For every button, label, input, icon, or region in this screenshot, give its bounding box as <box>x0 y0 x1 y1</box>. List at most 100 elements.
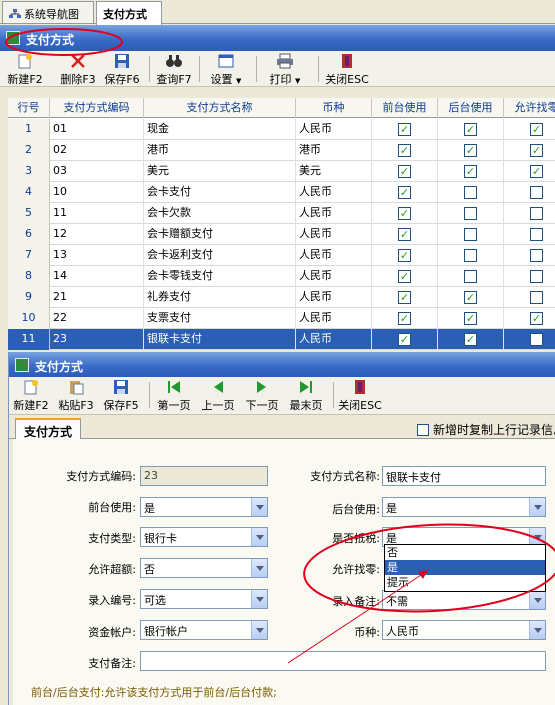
code-cell[interactable]: 13 <box>50 245 144 266</box>
checked-checkbox[interactable]: ✓ <box>464 165 477 178</box>
chevron-down-icon[interactable] <box>529 498 545 516</box>
code-cell[interactable]: 10 <box>50 182 144 203</box>
unchecked-checkbox[interactable] <box>530 207 543 220</box>
delete-button[interactable]: 删除F3 <box>58 53 98 87</box>
unchecked-checkbox[interactable] <box>464 249 477 262</box>
last-page-button[interactable]: 最末页 <box>285 379 327 413</box>
tab-payment-method[interactable]: 支付方式 <box>96 1 162 25</box>
unchecked-checkbox[interactable] <box>530 249 543 262</box>
col-header-front-use[interactable]: 前台使用 <box>372 98 438 118</box>
table-row[interactable]: 5 11 会卡欠款 人民币 ✓ <box>8 203 555 224</box>
checked-checkbox[interactable]: ✓ <box>398 186 411 199</box>
first-page-button[interactable]: 第一页 <box>153 379 195 413</box>
dropdown-option-yes[interactable]: 是 <box>385 560 545 575</box>
unchecked-checkbox[interactable] <box>530 186 543 199</box>
checked-checkbox[interactable]: ✓ <box>530 144 543 157</box>
checked-checkbox[interactable]: ✓ <box>398 333 411 346</box>
copy-previous-checkbox[interactable] <box>417 424 429 436</box>
table-row[interactable]: 11 23 银联卡支付 人民币 ✓ ✓ <box>8 329 555 350</box>
entry-number-select[interactable]: 可选 <box>140 589 268 609</box>
col-header-currency[interactable]: 币种 <box>296 98 372 118</box>
detail-save-button[interactable]: 保存F5 <box>101 379 141 413</box>
name-cell[interactable]: 礼券支付 <box>144 287 296 308</box>
currency-cell[interactable]: 美元 <box>296 161 372 182</box>
code-cell[interactable]: 02 <box>50 140 144 161</box>
row-number[interactable]: 9 <box>8 287 50 308</box>
dropdown-option-prompt[interactable]: 提示 <box>385 575 545 590</box>
currency-cell[interactable]: 人民币 <box>296 203 372 224</box>
chevron-down-icon[interactable] <box>251 528 267 546</box>
name-cell[interactable]: 银联卡支付 <box>144 329 296 350</box>
row-number[interactable]: 11 <box>8 329 50 350</box>
checked-checkbox[interactable]: ✓ <box>398 228 411 241</box>
row-number[interactable]: 7 <box>8 245 50 266</box>
name-cell[interactable]: 会卡欠款 <box>144 203 296 224</box>
close-button[interactable]: 关闭ESC <box>324 53 370 87</box>
checked-checkbox[interactable]: ✓ <box>398 165 411 178</box>
dropdown-option-no[interactable]: 否 <box>385 545 545 560</box>
checked-checkbox[interactable]: ✓ <box>398 291 411 304</box>
currency-cell[interactable]: 人民币 <box>296 182 372 203</box>
col-header-row-no[interactable]: 行号 <box>8 98 50 118</box>
currency-cell[interactable]: 人民币 <box>296 266 372 287</box>
name-cell[interactable]: 现金 <box>144 119 296 140</box>
code-cell[interactable]: 23 <box>50 329 144 350</box>
unchecked-checkbox[interactable] <box>464 207 477 220</box>
paste-button[interactable]: 粘贴F3 <box>55 379 97 413</box>
prev-page-button[interactable]: 上一页 <box>197 379 239 413</box>
name-cell[interactable]: 会卡赠额支付 <box>144 224 296 245</box>
currency-cell[interactable]: 人民币 <box>296 119 372 140</box>
unchecked-checkbox[interactable] <box>464 228 477 241</box>
name-cell[interactable]: 会卡零钱支付 <box>144 266 296 287</box>
table-row[interactable]: 8 14 会卡零钱支付 人民币 ✓ <box>8 266 555 287</box>
chevron-down-icon[interactable] <box>529 591 545 609</box>
code-cell[interactable]: 12 <box>50 224 144 245</box>
front-use-select[interactable]: 是 <box>140 497 268 517</box>
col-header-back-use[interactable]: 后台使用 <box>438 98 504 118</box>
settings-button[interactable]: 设置 ▼ <box>206 53 246 87</box>
checked-checkbox[interactable]: ✓ <box>464 123 477 136</box>
unchecked-checkbox[interactable] <box>464 270 477 283</box>
currency-cell[interactable]: 人民币 <box>296 329 372 350</box>
row-number[interactable]: 5 <box>8 203 50 224</box>
name-cell[interactable]: 港币 <box>144 140 296 161</box>
detail-new-button[interactable]: 新建F2 <box>11 379 51 413</box>
col-header-code[interactable]: 支付方式编码 <box>50 98 144 118</box>
name-cell[interactable]: 美元 <box>144 161 296 182</box>
row-number[interactable]: 3 <box>8 161 50 182</box>
code-cell[interactable]: 03 <box>50 161 144 182</box>
code-cell[interactable]: 22 <box>50 308 144 329</box>
table-row[interactable]: 10 22 支票支付 人民币 ✓ ✓ ✓ <box>8 308 555 329</box>
allow-overpay-select[interactable]: 否 <box>140 558 268 578</box>
tab-payment-method-detail[interactable]: 支付方式 <box>15 418 82 440</box>
name-field[interactable]: 银联卡支付 <box>382 466 546 486</box>
checked-checkbox[interactable]: ✓ <box>530 312 543 325</box>
checked-checkbox[interactable]: ✓ <box>398 249 411 262</box>
row-number[interactable]: 1 <box>8 119 50 140</box>
print-button[interactable]: 打印 ▼ <box>264 53 306 87</box>
code-cell[interactable]: 11 <box>50 203 144 224</box>
name-cell[interactable]: 会卡返利支付 <box>144 245 296 266</box>
tab-navigation-map[interactable]: 系统导航图 <box>2 1 94 23</box>
checked-checkbox[interactable]: ✓ <box>464 312 477 325</box>
currency-cell[interactable]: 人民币 <box>296 224 372 245</box>
unchecked-checkbox[interactable] <box>530 228 543 241</box>
checked-checkbox[interactable]: ✓ <box>464 144 477 157</box>
currency-cell[interactable]: 港币 <box>296 140 372 161</box>
table-row[interactable]: 6 12 会卡赠额支付 人民币 ✓ <box>8 224 555 245</box>
code-cell[interactable]: 14 <box>50 266 144 287</box>
chevron-down-icon[interactable] <box>251 621 267 639</box>
unchecked-checkbox[interactable] <box>530 333 543 346</box>
row-number[interactable]: 2 <box>8 140 50 161</box>
checked-checkbox[interactable]: ✓ <box>530 165 543 178</box>
fund-account-select[interactable]: 银行帐户 <box>140 620 268 640</box>
save-button[interactable]: 保存F6 <box>102 53 142 87</box>
allow-change-dropdown-list[interactable]: 否 是 提示 <box>384 544 546 592</box>
table-row[interactable]: 1 01 现金 人民币 ✓ ✓ ✓ <box>8 119 555 140</box>
currency-cell[interactable]: 人民币 <box>296 308 372 329</box>
new-button[interactable]: 新建F2 <box>6 53 44 87</box>
currency-cell[interactable]: 人民币 <box>296 245 372 266</box>
entry-remark-select[interactable]: 不需 <box>382 590 546 610</box>
checked-checkbox[interactable]: ✓ <box>398 207 411 220</box>
checked-checkbox[interactable]: ✓ <box>530 123 543 136</box>
